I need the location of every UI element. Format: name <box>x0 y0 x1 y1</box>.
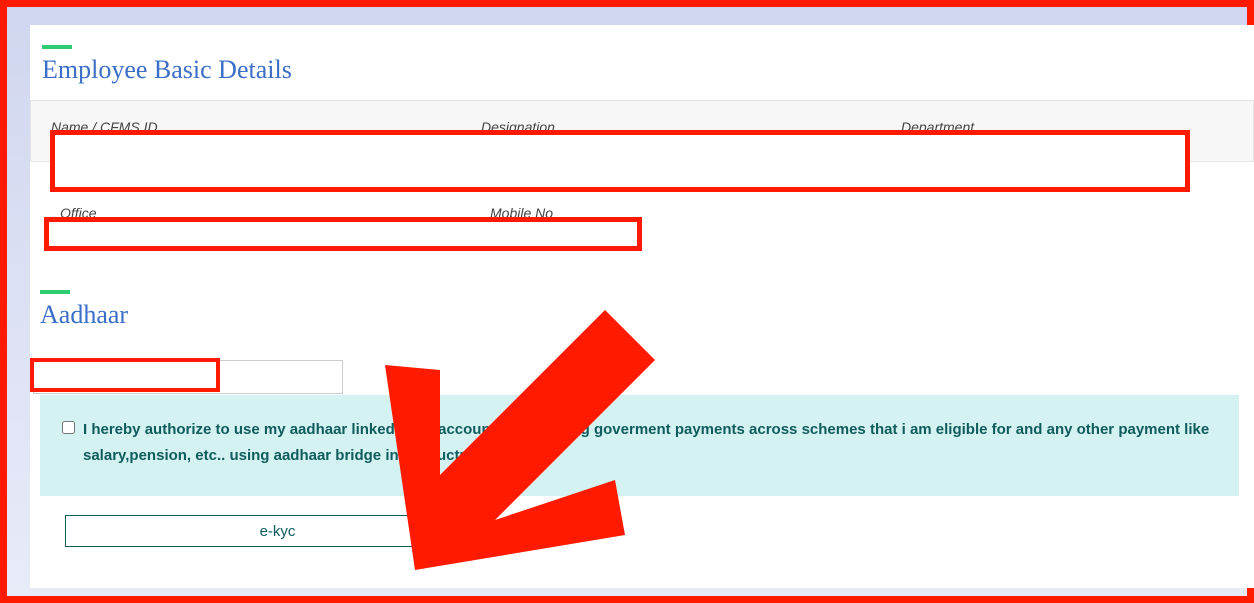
section-accent-bar <box>42 45 72 49</box>
section-accent-bar <box>40 290 70 294</box>
consent-checkbox[interactable] <box>62 421 75 434</box>
employee-section-header: Employee Basic Details <box>42 45 1254 85</box>
employee-section-title: Employee Basic Details <box>42 55 1254 85</box>
highlight-box-employee-row <box>50 130 1190 192</box>
consent-text: I hereby authorize to use my aadhaar lin… <box>83 417 1217 468</box>
highlight-box-aadhaar-input <box>30 358 220 392</box>
highlight-box-office-row <box>44 217 642 251</box>
ekyc-button-label: e-kyc <box>260 523 296 540</box>
ekyc-button[interactable]: e-kyc <box>65 515 490 547</box>
aadhaar-section-title: Aadhaar <box>40 300 1254 330</box>
aadhaar-section-header: Aadhaar <box>40 290 1254 330</box>
consent-box: I hereby authorize to use my aadhaar lin… <box>40 395 1239 496</box>
